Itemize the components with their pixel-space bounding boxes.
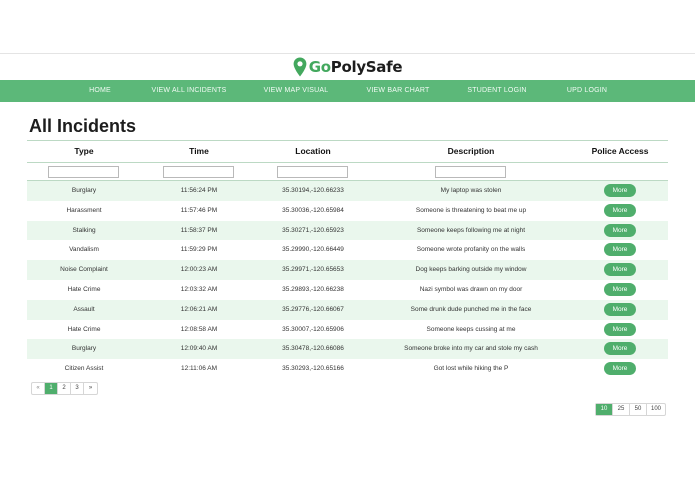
more-button[interactable]: More: [604, 263, 636, 277]
page-size-50[interactable]: 50: [630, 404, 647, 415]
filter-location-input[interactable]: [277, 166, 348, 178]
cell-time: 12:08:58 AM: [180, 325, 218, 333]
cell-description: Someone keeps cussing at me: [426, 325, 516, 333]
cell-location: 35.29990,-120.66449: [282, 246, 344, 254]
nav-view-all-incidents[interactable]: VIEW ALL INCIDENTS: [152, 80, 227, 102]
nav-home[interactable]: HOME: [89, 80, 111, 102]
logo-text: GoPolySafe: [308, 57, 403, 77]
header-divider: [0, 53, 695, 54]
cell-location: 35.30194,-120.66233: [282, 187, 344, 194]
column-header-police-access: Police Access: [591, 146, 649, 156]
page-size-100[interactable]: 100: [647, 404, 665, 415]
more-button[interactable]: More: [604, 243, 636, 257]
filter-description-input[interactable]: [435, 166, 506, 178]
cell-location: 35.30036,-120.65984: [282, 206, 344, 214]
filter-type-input[interactable]: [48, 166, 119, 178]
cell-time: 12:03:32 AM: [180, 285, 218, 293]
cell-description: Some drunk dude punched me in the face: [410, 305, 532, 313]
cell-time: 12:00:23 AM: [180, 266, 218, 274]
cell-location: 35.29893,-120.66238: [282, 285, 344, 293]
cell-type: Noise Complaint: [60, 266, 108, 274]
page-size-25[interactable]: 25: [613, 404, 630, 415]
cell-description: Nazi symbol was drawn on my door: [419, 285, 523, 293]
more-button[interactable]: More: [604, 184, 636, 197]
cell-description: Someone is threatening to beat me up: [415, 206, 527, 214]
cell-description: Someone wrote profanity on the walls: [416, 246, 526, 254]
filter-row: [27, 163, 668, 181]
cell-description: My laptop was stolen: [440, 187, 502, 194]
pagination: «1 2 3»: [31, 382, 98, 395]
map-pin-icon: [293, 57, 307, 77]
table-row: Stalking 11:58:37 PM 35.30271,-120.65923 So…: [27, 220, 668, 241]
cell-time: 11:58:37 PM: [180, 226, 218, 234]
nav-student-login[interactable]: STUDENT LOGIN: [467, 80, 526, 102]
more-button[interactable]: More: [604, 203, 636, 217]
nav-view-map-visual[interactable]: VIEW MAP VISUAL: [264, 80, 329, 102]
more-button[interactable]: More: [604, 362, 636, 376]
incidents-table: Type Time Location Description Police Ac…: [27, 140, 668, 379]
pagination-page-2[interactable]: 2: [58, 383, 71, 394]
column-header-time[interactable]: Time: [189, 141, 209, 162]
cell-type: Hate Crime: [67, 285, 101, 293]
table-row: Hate Crime 12:03:32 AM 35.29893,-120.66238…: [27, 280, 668, 300]
nav-view-bar-chart[interactable]: VIEW BAR CHART: [367, 80, 430, 102]
page-size-10[interactable]: 10: [596, 404, 613, 415]
cell-time: 11:56:24 PM: [180, 187, 218, 194]
table-row: Assault 12:06:21 AM 35.29776,-120.66067 Som…: [27, 299, 668, 320]
table-row: Hate Crime 12:08:58 AM 35.30007,-120.65906…: [27, 320, 668, 340]
logo-inner: GoPolySafe: [293, 57, 403, 77]
cell-time: 12:11:06 AM: [180, 365, 218, 373]
cell-time: 12:09:40 AM: [180, 345, 218, 353]
column-header-description[interactable]: Description: [448, 141, 495, 162]
cell-description: Someone keeps following me at night: [416, 226, 526, 234]
cell-type: Burglary: [71, 345, 97, 353]
table-row: Burglary 11:56:24 PM 35.30194,-120.66233 My…: [27, 181, 668, 201]
column-header-location[interactable]: Location: [295, 141, 330, 162]
table-header: Type Time Location Description Police Ac…: [27, 140, 668, 163]
cell-location: 35.30293,-120.65166: [282, 365, 344, 373]
page-size-selector: 10 25 50 100: [595, 403, 666, 416]
table-row: Citizen Assist 12:11:06 AM 35.30293,-120.6…: [27, 359, 668, 379]
cell-description: Dog keeps barking outside my window: [415, 266, 527, 274]
column-header-type[interactable]: Type: [74, 141, 93, 162]
table-row: Vandalism 11:59:29 PM 35.29990,-120.66449 S…: [27, 240, 668, 260]
cell-type: Stalking: [72, 226, 96, 234]
table-row: Harassment 11:57:46 PM 35.30036,-120.65984…: [27, 201, 668, 221]
logo-text-go: Go: [308, 58, 331, 76]
logo[interactable]: GoPolySafe: [0, 55, 695, 79]
cell-location: 35.30007,-120.65906: [282, 325, 344, 333]
more-button[interactable]: More: [604, 223, 636, 237]
page-title: All Incidents: [29, 116, 137, 136]
cell-type: Vandalism: [69, 246, 99, 254]
cell-type: Hate Crime: [67, 325, 101, 333]
pagination-prev-button[interactable]: «: [32, 383, 45, 394]
cell-time: 12:06:21 AM: [180, 305, 218, 313]
pagination-page-1[interactable]: 1: [45, 383, 58, 394]
more-button[interactable]: More: [604, 322, 636, 336]
pagination-page-3[interactable]: 3: [71, 383, 84, 394]
filter-time-input[interactable]: [163, 166, 234, 178]
cell-type: Burglary: [71, 187, 97, 194]
more-button[interactable]: More: [604, 302, 636, 316]
cell-type: Citizen Assist: [64, 365, 104, 373]
cell-location: 35.29776,-120.66067: [282, 305, 344, 313]
cell-description: Got lost while hiking the P: [433, 365, 509, 373]
logo-text-rest: PolySafe: [330, 58, 403, 76]
cell-location: 35.30478,-120.66086: [282, 345, 344, 353]
cell-location: 35.29971,-120.65653: [282, 266, 344, 274]
table-row: Noise Complaint 12:00:23 AM 35.29971,-120.…: [27, 260, 668, 280]
cell-time: 11:57:46 PM: [180, 206, 218, 214]
nav-upd-login[interactable]: UPD LOGIN: [567, 80, 607, 102]
cell-description: Someone broke into my car and stole my c…: [404, 345, 538, 353]
navbar: HOME VIEW ALL INCIDENTS VIEW MAP VISUAL …: [0, 80, 695, 102]
cell-type: Assault: [73, 305, 95, 313]
cell-location: 35.30271,-120.65923: [282, 226, 344, 234]
table-body: Burglary 11:56:24 PM 35.30194,-120.66233 My…: [27, 181, 668, 379]
cell-type: Harassment: [66, 206, 102, 214]
more-button[interactable]: More: [604, 282, 636, 296]
more-button[interactable]: More: [604, 342, 636, 356]
cell-time: 11:59:29 PM: [180, 246, 218, 254]
pagination-next-button[interactable]: »: [84, 383, 97, 394]
table-row: Burglary 12:09:40 AM 35.30478,-120.66086 So…: [27, 339, 668, 360]
